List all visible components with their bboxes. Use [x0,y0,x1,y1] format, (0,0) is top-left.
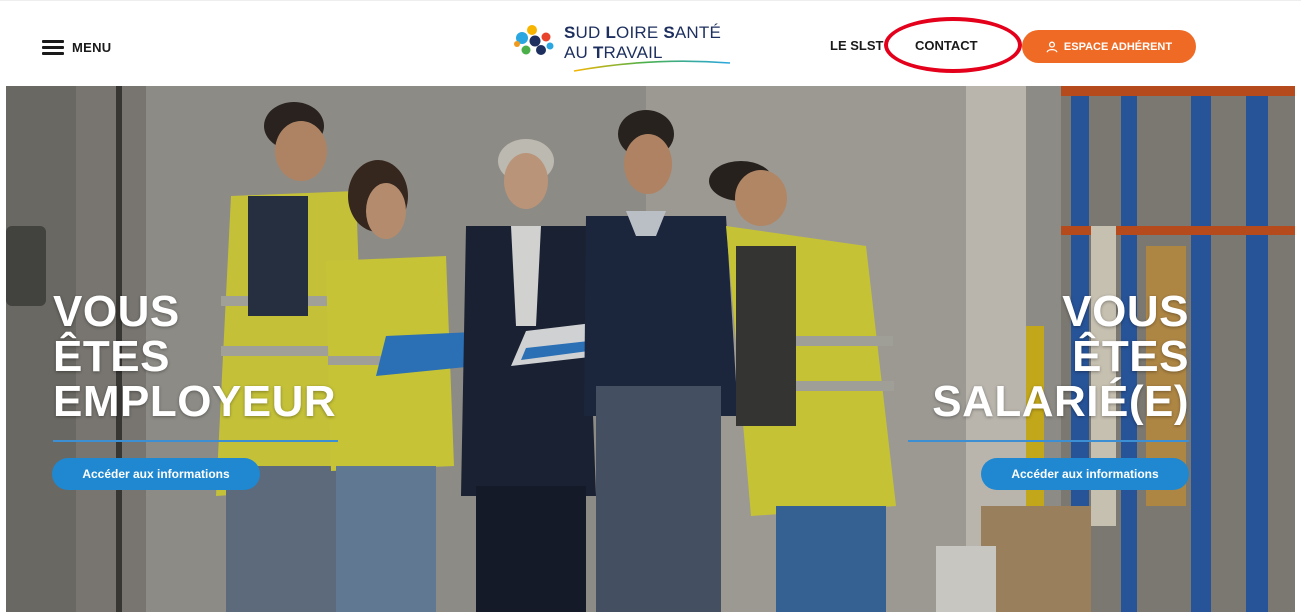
logo-line-1: SUD LOIRE SANTÉ [564,23,722,42]
hero-title-salarie: VOUS ÊTES SALARIÉ(E) [932,287,1189,426]
logo-swoosh [573,60,731,72]
nav-link-le-slst[interactable]: LE SLST [830,38,883,53]
divider-right [908,440,1189,442]
espace-adherent-label: ESPACE ADHÉRENT [1063,40,1173,53]
menu-label: MENU [72,39,112,55]
hamburger-icon [42,39,64,55]
hero-banner: VOUS ÊTES EMPLOYEUR Accéder aux informat… [6,86,1295,612]
user-icon [1046,41,1058,52]
employeur-info-button[interactable]: Accéder aux informations [52,458,260,490]
menu-button[interactable]: MENU [42,37,111,57]
site-header: MENU SUD LOIRE SANTÉ AU TRAVAIL LE SLST … [0,0,1301,87]
hero-title-employeur: VOUS ÊTES EMPLOYEUR [53,287,337,426]
nav-link-contact[interactable]: CONTACT [915,38,978,53]
salarie-info-button[interactable]: Accéder aux informations [981,458,1189,490]
site-logo[interactable]: SUD LOIRE SANTÉ AU TRAVAIL [512,21,742,73]
divider-left [53,440,338,442]
espace-adherent-button[interactable]: ESPACE ADHÉRENT [1022,30,1196,63]
logo-mark-icon [514,25,554,55]
